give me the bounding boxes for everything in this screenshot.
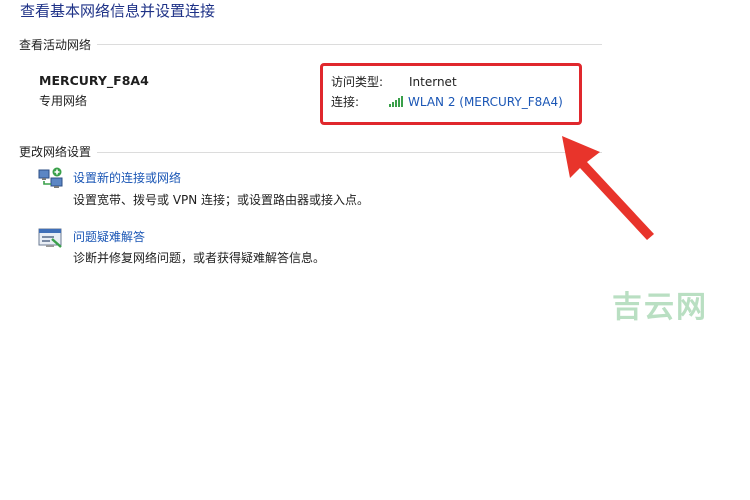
troubleshoot-link[interactable]: 问题疑难解答 <box>73 228 145 245</box>
section-rule-change <box>19 152 602 153</box>
network-category: 专用网络 <box>39 94 88 108</box>
connections-label: 连接: <box>331 95 360 109</box>
access-type-label: 访问类型: <box>331 75 384 89</box>
troubleshoot-desc: 诊断并修复网络问题，或者获得疑难解答信息。 <box>73 251 326 265</box>
watermark: 吉云网 <box>612 290 708 325</box>
new-connection-icon <box>38 167 63 188</box>
troubleshoot-icon <box>38 228 62 248</box>
wifi-signal-icon <box>389 96 403 107</box>
active-networks-heading: 查看活动网络 <box>19 36 98 53</box>
change-settings-heading: 更改网络设置 <box>19 143 98 160</box>
connections-row: 连接: WLAN 2 (MERCURY_F8A4) <box>331 93 563 110</box>
setup-connection-desc: 设置宽带、拨号或 VPN 连接；或设置路由器或接入点。 <box>73 193 370 207</box>
section-rule-active <box>19 44 602 45</box>
page-title: 查看基本网络信息并设置连接 <box>20 2 216 20</box>
access-type-value: Internet <box>409 75 457 89</box>
red-arrow-icon <box>562 136 654 240</box>
setup-connection-link[interactable]: 设置新的连接或网络 <box>73 169 181 186</box>
network-name: MERCURY_F8A4 <box>39 73 149 88</box>
connection-link[interactable]: WLAN 2 (MERCURY_F8A4) <box>408 95 563 109</box>
access-type-row: 访问类型: Internet <box>331 73 457 90</box>
